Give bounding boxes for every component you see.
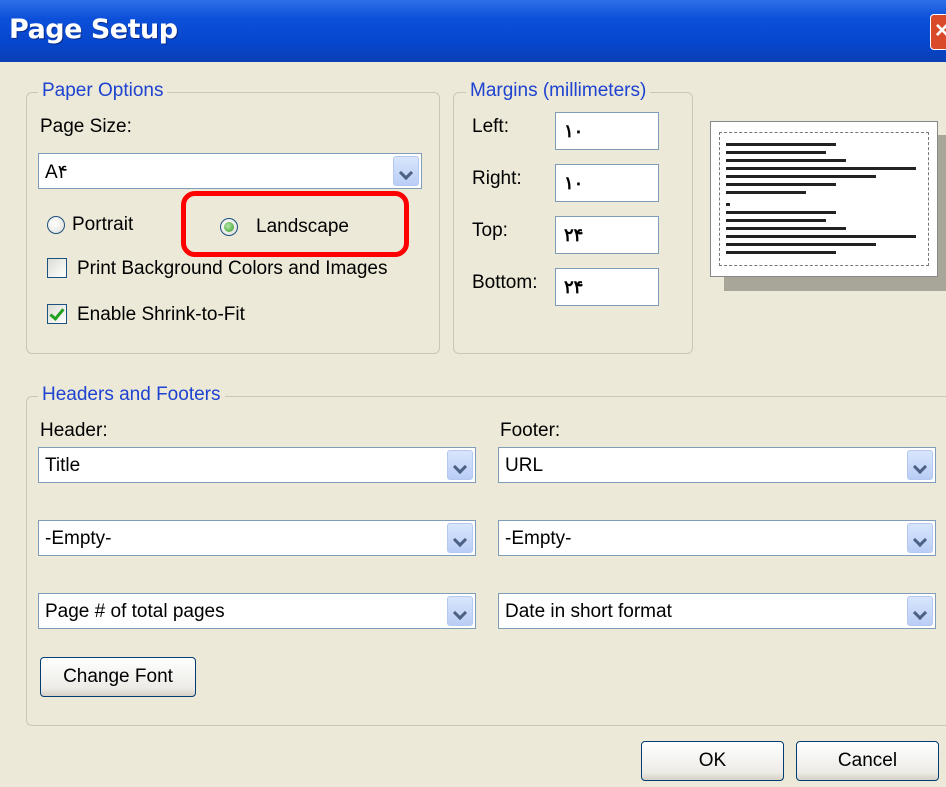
landscape-highlight-annotation [181,191,409,257]
footer-value-1: URL [505,455,544,476]
preview-text-line [726,151,826,154]
print-background-checkbox[interactable] [47,258,67,278]
bottom-margin-value: ۲۴ [564,277,584,297]
preview-text-line [726,183,836,186]
header-value-2: -Empty- [45,528,112,549]
bottom-margin-label: Bottom: [472,272,538,293]
change-font-button[interactable]: Change Font [40,657,196,697]
header-label: Header: [40,420,108,441]
preview-text-line [726,143,836,146]
window-title: Page Setup [9,14,178,45]
margins-legend: Margins (millimeters) [466,80,651,102]
bottom-margin-input[interactable]: ۲۴ [555,268,659,306]
headers-footers-legend: Headers and Footers [38,384,225,406]
preview-text-line [726,211,836,214]
close-button[interactable]: × [930,14,946,50]
preview-text-line [726,235,916,238]
preview-text-line [726,203,730,206]
right-margin-label: Right: [472,168,522,189]
right-margin-input[interactable]: ۱۰ [555,164,659,202]
paper-options-legend: Paper Options [38,80,168,102]
left-margin-label: Left: [472,116,509,137]
chevron-down-icon[interactable] [447,596,473,626]
chevron-down-icon[interactable] [447,450,473,480]
footer-label: Footer: [500,420,561,441]
preview-text-line [726,219,826,222]
portrait-radio[interactable] [47,216,65,234]
left-margin-input[interactable]: ۱۰ [555,112,659,150]
preview-text-line [726,159,846,162]
chevron-down-icon[interactable] [907,596,933,626]
left-margin-value: ۱۰ [564,121,584,141]
preview-text-line [726,227,846,230]
print-background-label: Print Background Colors and Images [77,258,388,279]
shrink-to-fit-label: Enable Shrink-to-Fit [77,304,245,325]
chevron-down-icon[interactable] [447,523,473,553]
top-margin-label: Top: [472,220,508,241]
footer-select-1[interactable]: URL [498,447,936,483]
top-margin-value: ۲۴ [564,225,584,245]
page-size-value: A۴ [45,162,68,183]
preview-text-line [726,167,916,170]
right-margin-value: ۱۰ [564,173,584,193]
footer-select-2[interactable]: -Empty- [498,520,936,556]
preview-text-line [726,191,806,194]
header-select-2[interactable]: -Empty- [38,520,476,556]
portrait-label: Portrait [72,214,134,235]
header-select-3[interactable]: Page # of total pages [38,593,476,629]
page-preview [710,121,938,277]
footer-select-3[interactable]: Date in short format [498,593,936,629]
header-value-3: Page # of total pages [45,601,225,622]
header-select-1[interactable]: Title [38,447,476,483]
page-preview-margins [719,132,929,266]
title-bar[interactable]: Page Setup × [0,0,946,62]
close-icon: × [935,17,946,44]
chevron-down-icon[interactable] [393,156,419,186]
preview-text-line [726,251,836,254]
preview-text-line [726,175,876,178]
page-size-select[interactable]: A۴ [38,153,422,189]
cancel-button[interactable]: Cancel [796,741,939,781]
page-size-label: Page Size: [40,116,132,137]
chevron-down-icon[interactable] [907,450,933,480]
header-value-1: Title [45,455,81,476]
top-margin-input[interactable]: ۲۴ [555,216,659,254]
preview-text-line [726,243,876,246]
footer-value-3: Date in short format [505,601,672,622]
chevron-down-icon[interactable] [907,523,933,553]
footer-value-2: -Empty- [505,528,572,549]
shrink-to-fit-checkbox[interactable] [47,304,67,324]
ok-button[interactable]: OK [641,741,784,781]
